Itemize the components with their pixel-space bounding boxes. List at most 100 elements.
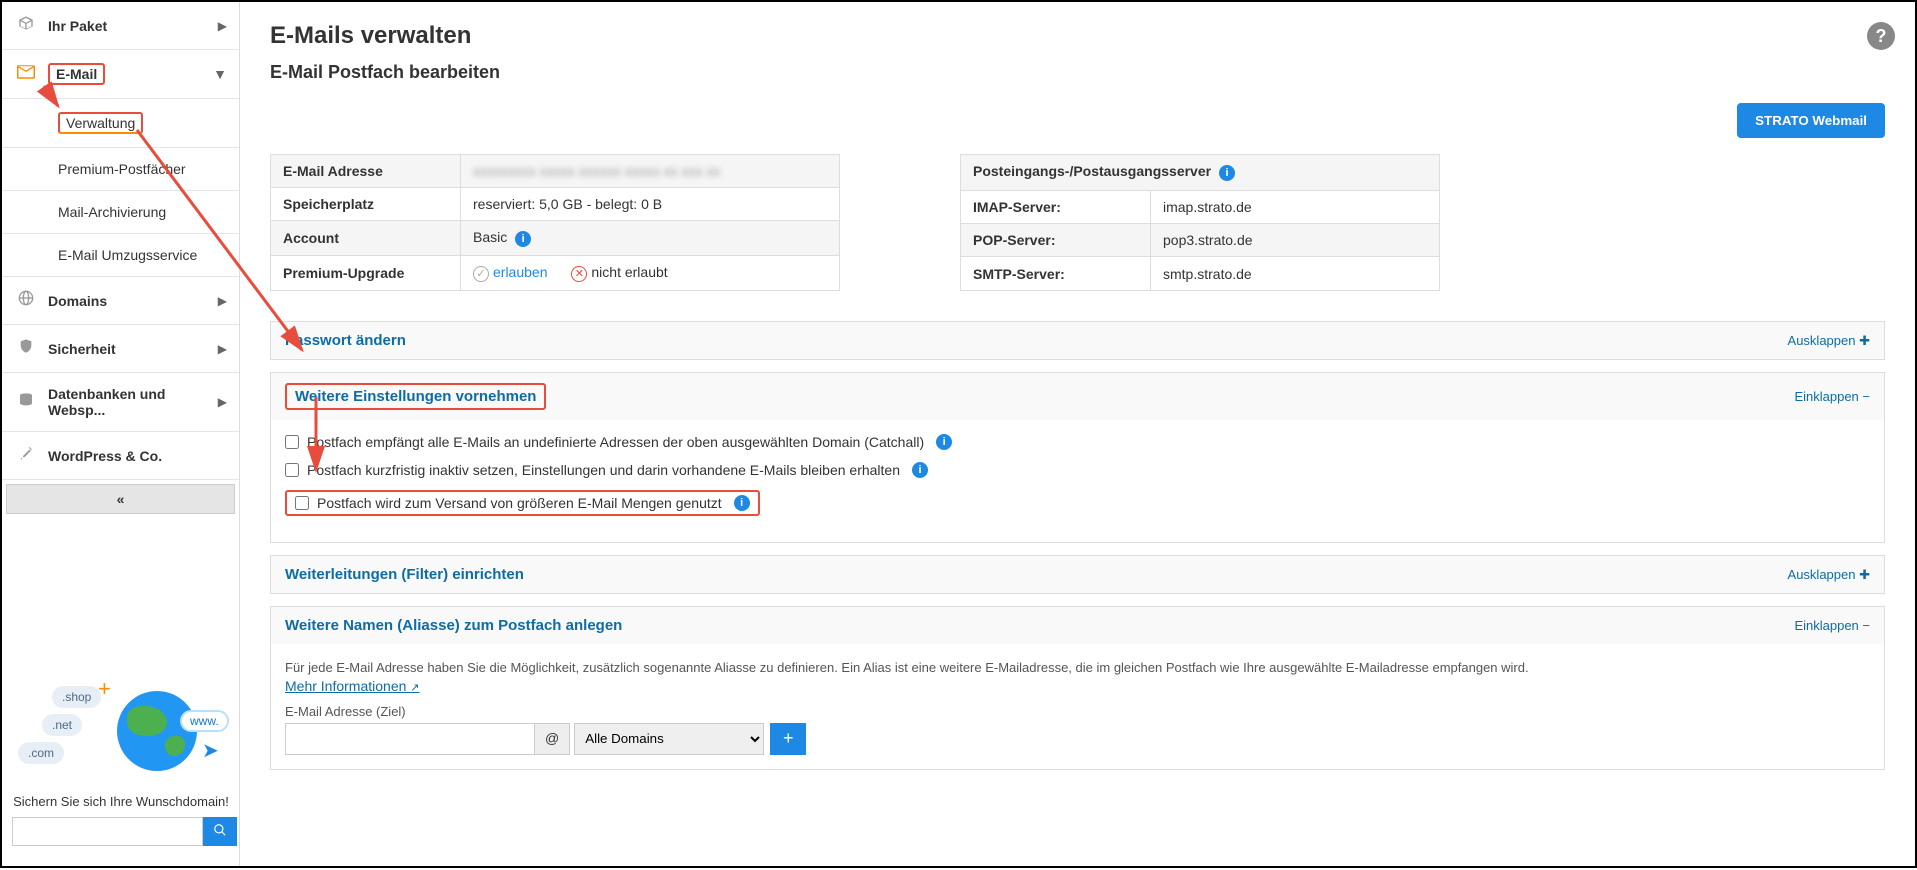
panel-settings: Weitere Einstellungen vornehmen Einklapp… <box>270 372 1885 543</box>
wand-icon <box>14 445 38 466</box>
panel-alias-title: Weitere Namen (Aliasse) zum Postfach anl… <box>285 617 622 634</box>
panel-alias-toggle: Einklappen − <box>1794 618 1870 633</box>
info-icon[interactable]: i <box>912 462 928 478</box>
link-allow[interactable]: erlauben <box>493 264 548 280</box>
promo-bubble-www: www. <box>180 710 229 732</box>
check-icon: ✓ <box>473 266 489 282</box>
page-subtitle: E-Mail Postfach bearbeiten <box>270 62 1885 83</box>
sidebar-item-databases[interactable]: Datenbanken und Websp... ▶ <box>2 373 239 432</box>
envelope-icon <box>14 65 38 84</box>
label-email-address: E-Mail Adresse <box>271 155 461 188</box>
webmail-button[interactable]: STRATO Webmail <box>1737 103 1885 138</box>
label-servers: Posteingangs-/Postausgangsserver <box>973 163 1211 179</box>
add-alias-button[interactable]: + <box>770 723 806 755</box>
sidebar-label-domains: Domains <box>48 293 218 309</box>
label-imap: IMAP-Server: <box>961 190 1151 223</box>
panel-settings-toggle: Einklappen − <box>1794 389 1870 404</box>
external-link-icon: ↗ <box>410 682 419 694</box>
checkbox-inactive[interactable] <box>285 463 299 477</box>
panel-filter-header[interactable]: Weiterleitungen (Filter) einrichten Ausk… <box>271 556 1884 593</box>
sidebar-item-domains[interactable]: Domains ▶ <box>2 277 239 325</box>
panel-alias: Weitere Namen (Aliasse) zum Postfach anl… <box>270 606 1885 770</box>
chevron-right-icon: ▶ <box>218 342 227 356</box>
panel-password-toggle: Ausklappen ✚ <box>1788 333 1870 349</box>
label-pop: POP-Server: <box>961 224 1151 257</box>
domain-search-input[interactable] <box>12 817 203 846</box>
info-icon[interactable]: i <box>1219 165 1235 181</box>
label-inactive: Postfach kurzfristig inaktiv setzen, Ein… <box>307 462 900 478</box>
value-smtp: smtp.strato.de <box>1151 257 1440 291</box>
value-imap: imap.strato.de <box>1151 190 1440 223</box>
value-account: Basic <box>473 229 507 245</box>
alias-description: Für jede E-Mail Adresse haben Sie die Mö… <box>285 658 1870 678</box>
globe-graphic <box>117 691 197 771</box>
sidebar-item-wordpress[interactable]: WordPress & Co. <box>2 432 239 480</box>
sidebar-item-email[interactable]: E-Mail ▼ <box>2 50 239 99</box>
panel-settings-title: Weitere Einstellungen vornehmen <box>285 383 546 410</box>
promo-bubble-shop: .shop <box>52 686 101 708</box>
globe-icon <box>14 290 38 311</box>
promo-tagline: Sichern Sie sich Ihre Wunschdomain! <box>12 794 230 809</box>
panel-password-title: Passwort ändern <box>285 332 406 349</box>
panel-settings-header[interactable]: Weitere Einstellungen vornehmen Einklapp… <box>271 373 1884 420</box>
promo-bubble-net: .net <box>42 714 82 736</box>
sidebar-label-package: Ihr Paket <box>48 18 218 34</box>
sidebar-sub-umzug[interactable]: E-Mail Umzugsservice <box>2 234 239 277</box>
info-icon[interactable]: i <box>515 231 531 247</box>
alias-more-link[interactable]: Mehr Informationen ↗ <box>285 678 420 694</box>
panel-alias-header[interactable]: Weitere Namen (Aliasse) zum Postfach anl… <box>271 607 1884 644</box>
label-bulk: Postfach wird zum Versand von größeren E… <box>317 495 722 511</box>
panel-filter: Weiterleitungen (Filter) einrichten Ausk… <box>270 555 1885 594</box>
panel-filter-title: Weiterleitungen (Filter) einrichten <box>285 566 524 583</box>
value-storage: reserviert: 5,0 GB - belegt: 0 B <box>461 188 840 221</box>
setting-bulk-row: Postfach wird zum Versand von größeren E… <box>285 490 760 516</box>
sidebar-label-email: E-Mail <box>48 63 213 85</box>
shield-icon <box>14 338 38 359</box>
checkbox-catchall[interactable] <box>285 435 299 449</box>
panel-password: Passwort ändern Ausklappen ✚ <box>270 321 1885 360</box>
sidebar-sub-premium[interactable]: Premium-Postfächer <box>2 148 239 191</box>
promo-bubble-com: .com <box>18 742 64 764</box>
checkbox-bulk[interactable] <box>295 496 309 510</box>
label-account: Account <box>271 221 461 256</box>
cursor-icon: ➤ <box>202 738 219 763</box>
label-catchall: Postfach empfängt alle E-Mails an undefi… <box>307 434 924 450</box>
alias-domain-select[interactable]: Alle Domains <box>574 723 764 755</box>
panel-filter-toggle: Ausklappen ✚ <box>1788 567 1870 583</box>
label-smtp: SMTP-Server: <box>961 257 1151 291</box>
panel-password-header[interactable]: Passwort ändern Ausklappen ✚ <box>271 322 1884 359</box>
at-symbol: @ <box>535 723 570 755</box>
domain-promo: .shop + .net .com www. ➤ Sichern Sie sic… <box>2 656 240 866</box>
sidebar-item-package[interactable]: Ihr Paket ▶ <box>2 2 239 50</box>
setting-catchall-row: Postfach empfängt alle E-Mails an undefi… <box>285 434 1870 450</box>
alias-email-input[interactable] <box>285 723 535 755</box>
server-info-table: Posteingangs-/Postausgangsserver i IMAP-… <box>960 154 1440 291</box>
cube-icon <box>14 15 38 36</box>
chevron-right-icon: ▶ <box>218 395 227 409</box>
page-title: E-Mails verwalten <box>270 22 1885 50</box>
chevron-right-icon: ▶ <box>218 19 227 33</box>
cross-icon: ✕ <box>571 266 587 282</box>
sub-verwaltung-label: Verwaltung <box>58 112 143 134</box>
text-deny: nicht erlaubt <box>591 264 667 280</box>
label-storage: Speicherplatz <box>271 188 461 221</box>
label-premium-upgrade: Premium-Upgrade <box>271 256 461 291</box>
chevron-down-icon: ▼ <box>213 66 227 82</box>
sidebar-sub-archiv[interactable]: Mail-Archivierung <box>2 191 239 234</box>
sidebar-item-security[interactable]: Sicherheit ▶ <box>2 325 239 373</box>
help-icon[interactable]: ? <box>1867 22 1895 50</box>
sidebar-collapse-button[interactable]: « <box>6 484 235 514</box>
domain-search-button[interactable] <box>203 817 237 846</box>
sidebar-label-security: Sicherheit <box>48 341 218 357</box>
sidebar-label-databases: Datenbanken und Websp... <box>48 386 218 418</box>
plus-icon: + <box>98 676 111 702</box>
value-pop: pop3.strato.de <box>1151 224 1440 257</box>
sidebar-label-wordpress: WordPress & Co. <box>48 448 227 464</box>
value-email-address: xxxxxxxxx xxxxx xxxxxx xxxxx xx xxx xx <box>473 163 720 179</box>
mailbox-info-table: E-Mail Adresse xxxxxxxxx xxxxx xxxxxx xxx… <box>270 154 840 291</box>
info-icon[interactable]: i <box>734 495 750 511</box>
chevron-right-icon: ▶ <box>218 294 227 308</box>
info-icon[interactable]: i <box>936 434 952 450</box>
database-icon <box>14 392 38 413</box>
sidebar-sub-verwaltung[interactable]: Verwaltung <box>2 99 239 148</box>
